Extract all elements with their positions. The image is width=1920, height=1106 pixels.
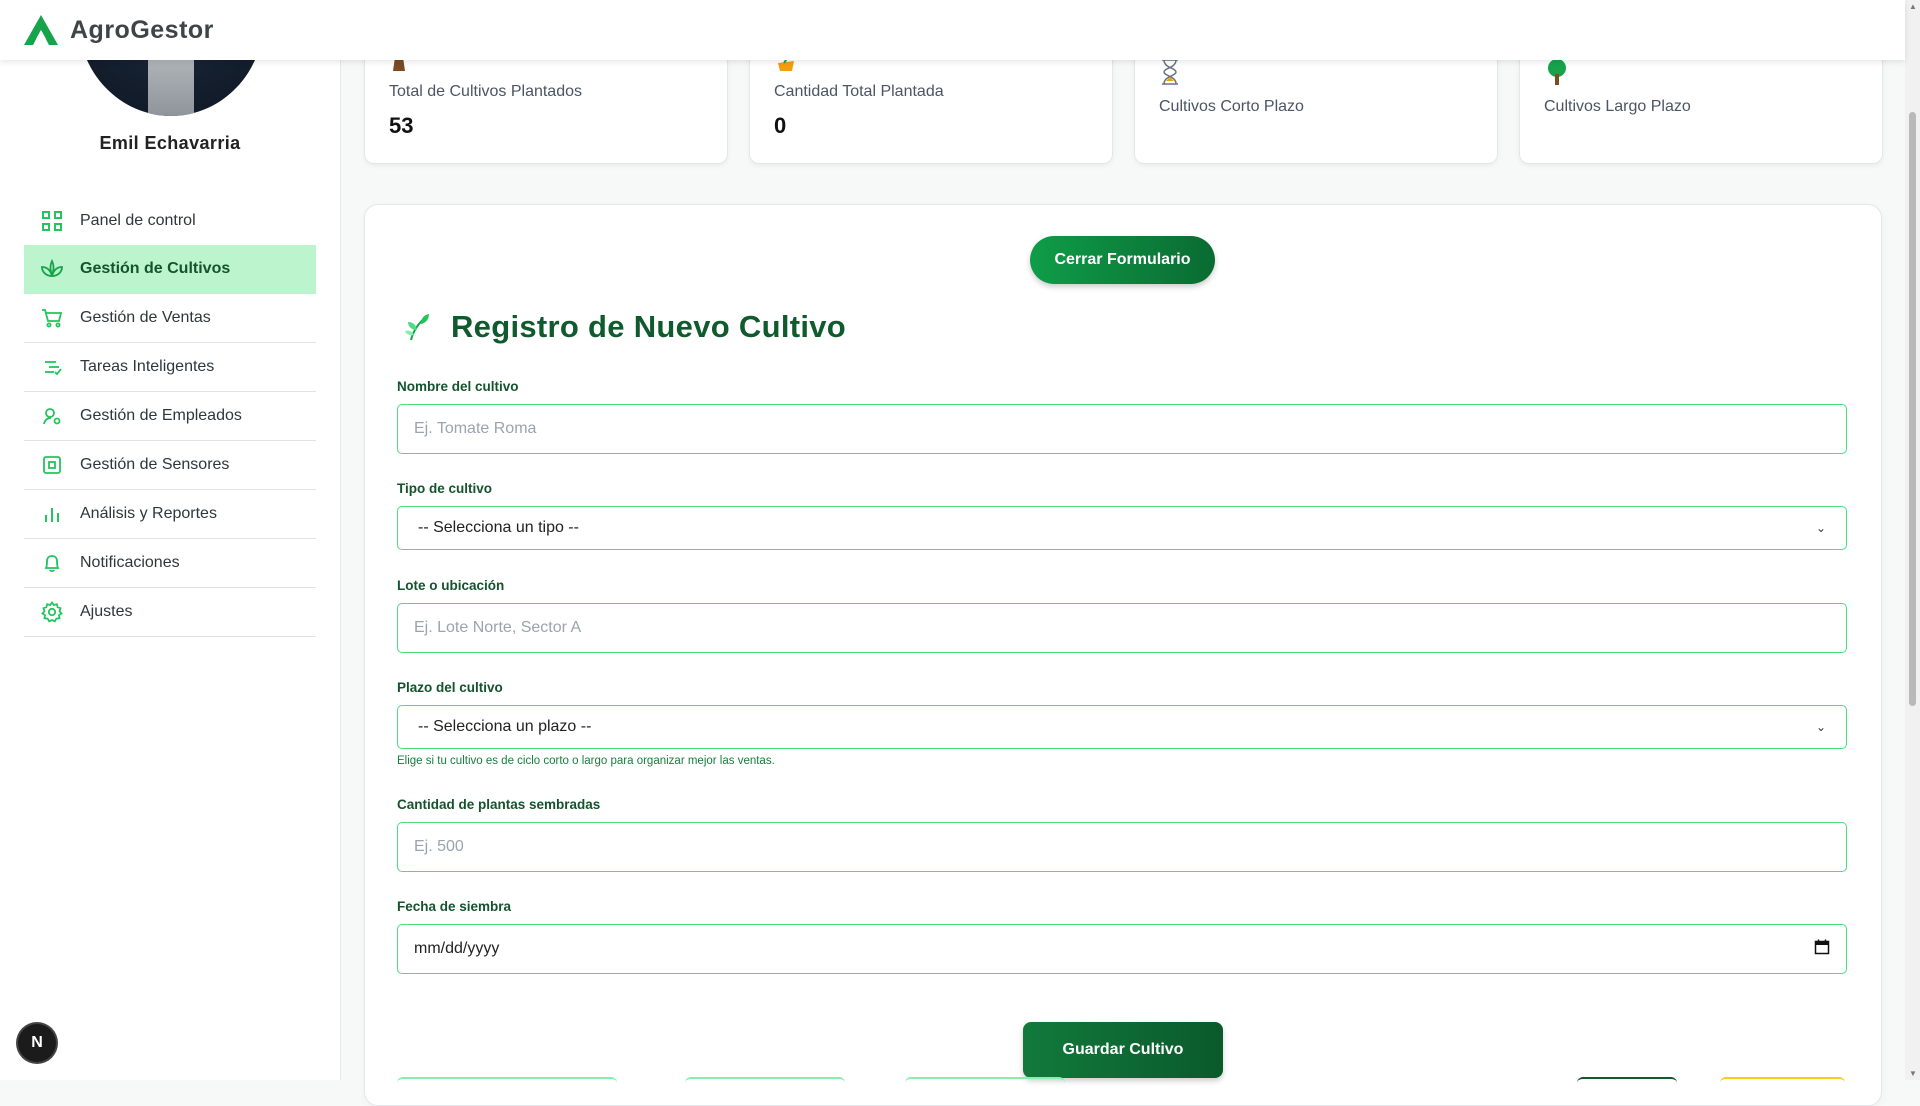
top-bar: AgroGestor xyxy=(0,0,1905,60)
close-form-button[interactable]: Cerrar Formulario xyxy=(1030,236,1215,284)
sidebar-item-analisis-y-reportes[interactable]: Análisis y Reportes xyxy=(24,490,316,539)
form-title: Registro de Nuevo Cultivo xyxy=(403,309,846,345)
partial-button xyxy=(397,1077,617,1089)
crop-name-input[interactable] xyxy=(397,404,1847,454)
dev-tools-badge[interactable]: N xyxy=(18,1024,56,1062)
checklist-icon xyxy=(24,357,80,377)
stat-label: Cultivos Largo Plazo xyxy=(1544,98,1691,115)
scrollbar-thumb[interactable] xyxy=(1909,112,1916,706)
gear-icon xyxy=(24,601,80,623)
sidebar-item-label: Gestión de Sensores xyxy=(80,456,230,473)
quantity-label: Cantidad de plantas sembradas xyxy=(397,797,601,812)
sensor-icon xyxy=(24,455,80,475)
location-label: Lote o ubicación xyxy=(397,578,505,593)
date-label: Fecha de siembra xyxy=(397,899,512,914)
calendar-icon[interactable] xyxy=(1814,939,1830,960)
sidebar: Emil Echavarria Panel de control Gestión… xyxy=(0,0,341,1080)
hourglass-icon xyxy=(1159,59,1181,90)
sidebar-item-label: Gestión de Empleados xyxy=(80,407,242,424)
term-hint: Elige si tu cultivo es de ciclo corto o … xyxy=(397,755,775,767)
crop-type-label: Tipo de cultivo xyxy=(397,481,493,496)
crop-form-card: Cerrar Formulario Registro de Nuevo Cult… xyxy=(364,204,1882,1106)
sidebar-item-label: Análisis y Reportes xyxy=(80,505,217,522)
partial-button xyxy=(685,1077,845,1089)
crop-name-label: Nombre del cultivo xyxy=(397,379,519,394)
chevron-down-icon: ⌄ xyxy=(1815,521,1826,535)
stat-value: 0 xyxy=(774,113,787,138)
chevron-down-icon: ⌄ xyxy=(1815,720,1826,734)
bar-chart-icon xyxy=(24,504,80,524)
stat-label: Total de Cultivos Plantados xyxy=(389,83,582,100)
partial-button xyxy=(905,1077,1065,1089)
sidebar-item-label: Notificaciones xyxy=(80,554,180,571)
sidebar-item-tareas-inteligentes[interactable]: Tareas Inteligentes xyxy=(24,343,316,392)
app-logo[interactable]: AgroGestor xyxy=(22,13,214,47)
plant-icon xyxy=(24,259,80,279)
term-label: Plazo del cultivo xyxy=(397,680,503,695)
employees-icon xyxy=(24,406,80,426)
quantity-input[interactable] xyxy=(397,822,1847,872)
sidebar-item-label: Gestión de Ventas xyxy=(80,309,211,326)
user-name: Emil Echavarria xyxy=(99,133,241,153)
page-scrollbar[interactable]: ▲ ▼ xyxy=(1905,0,1920,1080)
sidebar-item-ajustes[interactable]: Ajustes xyxy=(24,588,316,637)
date-value: mm/dd/yyyy xyxy=(414,940,500,957)
stat-label: Cultivos Corto Plazo xyxy=(1159,98,1304,115)
sidebar-item-gestion-de-cultivos[interactable]: Gestión de Cultivos xyxy=(24,245,316,294)
term-selected: -- Selecciona un plazo -- xyxy=(418,718,592,735)
sidebar-item-gestion-de-sensores[interactable]: Gestión de Sensores xyxy=(24,441,316,490)
bell-icon xyxy=(24,553,80,573)
cart-icon xyxy=(24,308,80,328)
partial-button xyxy=(1577,1077,1677,1089)
scroll-up-icon[interactable]: ▲ xyxy=(1909,2,1917,11)
sidebar-item-notificaciones[interactable]: Notificaciones xyxy=(24,539,316,588)
logo-icon xyxy=(24,15,58,45)
sidebar-item-label: Tareas Inteligentes xyxy=(80,358,215,375)
scroll-down-icon[interactable]: ▼ xyxy=(1909,1069,1917,1078)
sidebar-item-gestion-de-ventas[interactable]: Gestión de Ventas xyxy=(24,294,316,343)
term-select[interactable]: -- Selecciona un plazo -- ⌄ xyxy=(397,705,1847,749)
crop-type-selected: -- Selecciona un tipo -- xyxy=(418,519,579,536)
app-title: AgroGestor xyxy=(70,15,214,44)
sidebar-item-gestion-de-empleados[interactable]: Gestión de Empleados xyxy=(24,392,316,441)
form-title-text: Registro de Nuevo Cultivo xyxy=(451,309,847,344)
crop-type-select[interactable]: -- Selecciona un tipo -- ⌄ xyxy=(397,506,1847,550)
sidebar-nav: Panel de control Gestión de Cultivos Ges… xyxy=(24,197,316,637)
location-input[interactable] xyxy=(397,603,1847,653)
planting-date-input[interactable]: mm/dd/yyyy xyxy=(397,924,1847,974)
stat-label: Cantidad Total Plantada xyxy=(774,83,944,100)
tree-icon xyxy=(1544,59,1570,90)
stat-value: 53 xyxy=(389,113,414,138)
herb-icon xyxy=(405,314,429,341)
sidebar-item-panel-de-control[interactable]: Panel de control xyxy=(24,197,316,245)
grid-icon xyxy=(24,211,80,231)
sidebar-item-label: Ajustes xyxy=(80,603,133,620)
sidebar-item-label: Panel de control xyxy=(80,212,196,229)
save-crop-button[interactable]: Guardar Cultivo xyxy=(1023,1022,1223,1078)
sidebar-item-label: Gestión de Cultivos xyxy=(80,260,231,277)
partial-button xyxy=(1720,1077,1845,1089)
